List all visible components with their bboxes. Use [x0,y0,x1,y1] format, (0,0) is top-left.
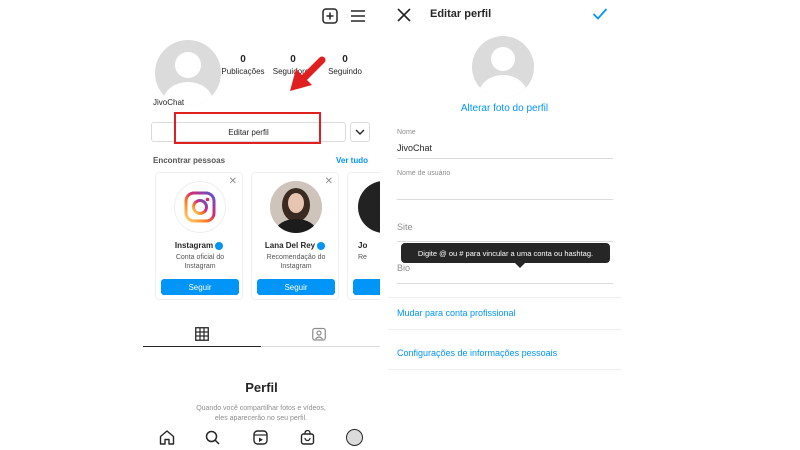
chevron-down-icon [355,129,365,135]
profile-screen: 0 Publicações 0 Seguidores 0 Seguindo Ji… [143,0,380,450]
mention-tooltip: Digite @ ou # para vincular a uma conta … [401,243,610,268]
shop-icon[interactable] [300,429,315,450]
personal-info-link[interactable]: Configurações de informações pessoais [397,348,557,358]
profile-username: JivoChat [153,98,185,107]
website-underline [397,241,613,242]
close-icon[interactable]: ✕ [325,176,333,187]
close-icon[interactable] [397,8,411,27]
suggestion-reason: Re [358,254,367,261]
grid-icon[interactable] [195,327,209,341]
suggestion-photo [358,181,380,233]
edit-profile-title: Editar perfil [430,8,492,20]
section-divider [388,369,621,370]
find-people-heading: Encontrar pessoas [153,156,226,165]
username-underline [397,199,613,200]
section-divider [388,329,621,330]
profile-photo[interactable] [472,36,534,98]
reels-icon[interactable] [253,430,268,450]
name-label: Nome [397,129,416,136]
verified-icon [215,241,224,250]
suggestion-card: ✕ Lana Del Rey Recomendação do Instagram… [251,172,339,300]
menu-icon[interactable] [349,7,367,25]
active-tab-indicator [143,346,261,347]
website-field[interactable]: Site [397,222,413,232]
section-divider [388,297,621,298]
tagged-icon[interactable] [312,327,326,341]
follow-button[interactable]: Seguir [257,279,335,295]
follow-button[interactable]: Seguir [161,279,239,295]
close-icon[interactable]: ✕ [229,176,237,187]
instagram-logo-icon [174,181,226,233]
follow-button[interactable] [353,279,380,295]
suggestion-photo [270,181,322,233]
edit-profile-screen: Editar perfil Alterar foto do perfil Nom… [388,0,621,450]
suggestion-reason: Recomendação do Instagram [266,254,326,270]
empty-state-title: Perfil [245,380,278,395]
name-field[interactable]: JivoChat [397,143,432,153]
tab-divider [261,346,380,347]
suggestion-name: Jo [358,241,368,250]
empty-state-text: Quando você compartilhar fotos e vídeos,… [196,405,326,422]
profile-nav-avatar[interactable] [346,429,363,446]
suggestions-toggle-button[interactable] [350,122,370,142]
search-icon[interactable] [205,430,220,450]
highlight-box [174,112,321,144]
new-post-icon[interactable] [321,7,339,25]
checkmark-icon[interactable] [592,7,608,26]
verified-icon [317,241,326,250]
bio-underline [397,283,613,284]
change-photo-link[interactable]: Alterar foto do perfil [388,103,621,114]
see-all-link[interactable]: Ver tudo [336,156,368,165]
home-icon[interactable] [159,430,175,450]
switch-professional-link[interactable]: Mudar para conta profissional [397,308,516,318]
username-field[interactable] [397,182,613,198]
red-arrow-icon [290,56,326,91]
suggestion-name: Instagram [156,241,242,250]
username-label: Nome de usuário [397,170,451,177]
suggestion-card: Jo Re [347,172,380,300]
suggestion-name: Lana Del Rey [252,241,338,250]
suggestion-card: ✕ Instagram Conta oficial do Instagram S… [155,172,243,300]
bottom-nav [143,424,380,450]
bio-field[interactable]: Bio [397,263,410,273]
suggestion-reason: Conta oficial do Instagram [175,254,225,270]
name-underline [397,158,613,159]
avatar[interactable] [155,40,221,106]
